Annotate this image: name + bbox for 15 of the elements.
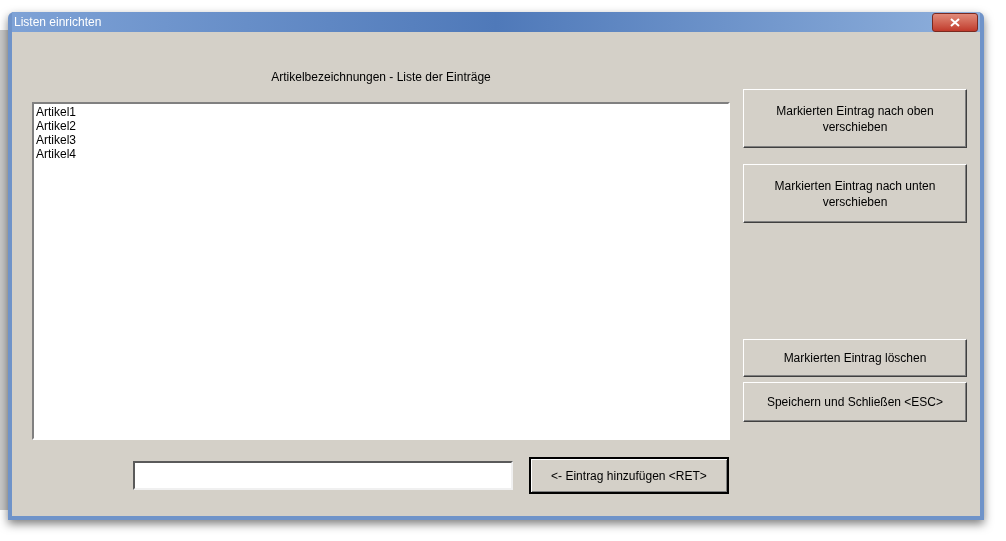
list-item[interactable]: Artikel4 [36,147,76,161]
close-button[interactable] [932,12,978,32]
close-icon [950,17,960,27]
list-label: Artikelbezeichnungen - Liste der Einträge [271,69,491,86]
list-item[interactable]: Artikel1 [36,105,76,119]
delete-entry-button[interactable]: Markierten Eintrag löschen [743,339,967,377]
move-up-button[interactable]: Markierten Eintrag nach oben verschieben [743,89,967,148]
list-box[interactable]: Artikel1 Artikel2 Artikel3 Artikel4 [32,102,730,440]
save-close-button[interactable]: Speichern und Schließen <ESC> [743,382,967,422]
list-item[interactable]: Artikel2 [36,119,76,133]
move-down-button[interactable]: Markierten Eintrag nach unten verschieben [743,164,967,223]
window-title: Listen einrichten [13,14,102,31]
add-entry-button[interactable]: <- Eintrag hinzufügen <RET> [529,457,729,494]
input-field[interactable] [133,461,513,490]
list-item[interactable]: Artikel3 [36,133,76,147]
